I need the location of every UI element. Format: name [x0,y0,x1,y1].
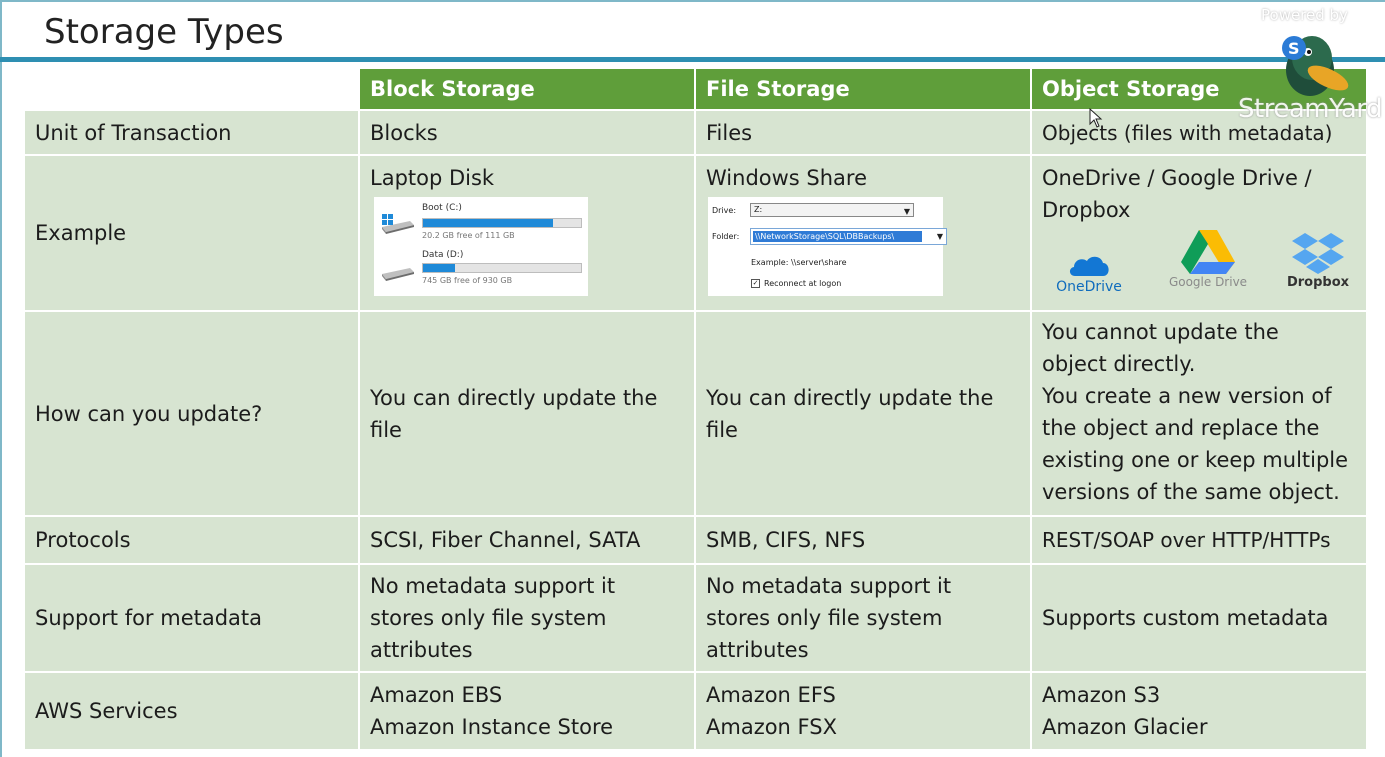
cell-protocols-object-text: REST/SOAP over HTTP/HTTPs [1042,528,1331,552]
drive-boot-name: Boot (C:) [422,203,462,213]
drive-select[interactable]: Z: ▼ [750,203,914,217]
cell-aws-block: Amazon EBS Amazon Instance Store [360,673,694,749]
row-label-aws-text: AWS Services [35,699,178,723]
streamyard-wordmark: StreamYard [1238,94,1383,124]
drive-data-usage-bar [422,263,582,273]
drive-data-free: 745 GB free of 930 GB [422,276,513,285]
onedrive-label: OneDrive [1056,279,1122,295]
cell-protocols-file: SMB, CIFS, NFS [696,517,1030,563]
cell-aws-file: Amazon EFS Amazon FSX [696,673,1030,749]
cell-protocols-block: SCSI, Fiber Channel, SATA [360,517,694,563]
dropbox-logo: Dropbox [1284,231,1352,291]
slide-frame-left [0,0,2,757]
cell-aws-object-line-2: Amazon Glacier [1042,715,1208,739]
folder-input[interactable]: \\NetworkStorage\SQL\DBBackups\ ▼ [750,228,947,245]
cell-protocols-block-text: SCSI, Fiber Channel, SATA [370,528,641,552]
drive-data: Data (D:) 745 GB free of 930 GB [374,248,588,293]
cell-example-object-text: OneDrive / Google Drive / Dropbox [1042,166,1312,222]
cell-update-file: You can directly update the file [696,312,1030,515]
row-label-example-text: Example [35,221,127,245]
cell-metadata-object-text: Supports custom metadata [1042,606,1329,630]
google-drive-logo: Google Drive [1166,228,1250,290]
cell-unit-block-text: Blocks [370,120,438,145]
row-label-update: How can you update? [25,312,358,515]
row-label-unit: Unit of Transaction [25,111,358,154]
dropbox-label: Dropbox [1286,275,1350,290]
dropbox-icon [1292,233,1344,274]
drive-boot-free: 20.2 GB free of 111 GB [422,231,515,240]
cell-aws-object: Amazon S3 Amazon Glacier [1032,673,1366,749]
folder-input-value: \\NetworkStorage\SQL\DBBackups\ [753,231,922,242]
row-label-protocols-text: Protocols [35,528,131,552]
dropdown-arrow-icon: ▼ [936,232,943,241]
slide-frame-top [0,0,1385,2]
onedrive-logo: OneDrive [1052,252,1126,296]
drive-data-usage-fill [423,264,455,272]
streamyard-duck-logo: S [1282,36,1349,96]
cell-update-object-line-2: You create a new version of the object a… [1042,384,1349,504]
cell-aws-file-line-2: Amazon FSX [706,715,837,739]
cell-aws-block-line-1: Amazon EBS [370,683,503,707]
cell-aws-block-line-2: Amazon Instance Store [370,715,614,739]
header-file-storage: File Storage [696,69,1030,109]
row-label-aws: AWS Services [25,673,358,749]
drive-select-value: Z: [754,205,763,214]
mouse-pointer-icon [1089,108,1103,128]
cell-metadata-file: No metadata support it stores only file … [696,565,1030,671]
slide-title: Storage Types [44,12,284,52]
row-label-unit-text: Unit of Transaction [35,120,232,145]
cell-unit-block: Blocks [360,111,694,154]
row-label-update-text: How can you update? [35,401,263,426]
example-hint: Example: \\server\share [751,258,847,267]
drive-boot: Boot (C:) 20.2 GB free of 111 GB [374,201,588,246]
drive-label: Drive: [712,206,737,215]
google-drive-icon [1181,230,1235,274]
reconnect-label: Reconnect at logon [764,279,842,288]
header-block-storage: Block Storage [360,69,694,109]
row-label-metadata: Support for metadata [25,565,358,671]
hard-drive-icon [382,214,414,234]
folder-label: Folder: [712,232,740,241]
cell-update-file-text: You can directly update the file [706,385,994,442]
cell-protocols-object: REST/SOAP over HTTP/HTTPs [1032,517,1366,563]
cell-update-object-line-1: You cannot update the object directly. [1042,320,1279,376]
cell-example-block-text: Laptop Disk [370,166,495,190]
cell-metadata-block-text: No metadata support it stores only file … [370,574,616,662]
cell-unit-file-text: Files [706,120,753,145]
onedrive-cloud-icon [1069,256,1109,276]
drive-boot-usage-bar [422,218,582,228]
cell-update-block: You can directly update the file [360,312,694,515]
row-label-metadata-text: Support for metadata [35,606,263,630]
cell-update-block-text: You can directly update the file [370,385,658,442]
laptop-disk-image: Boot (C:) 20.2 GB free of 111 GB Data (D… [374,197,588,296]
cell-protocols-file-text: SMB, CIFS, NFS [706,528,866,552]
powered-by-text: Powered by [1261,6,1348,24]
hard-drive-icon [382,268,414,281]
cell-metadata-file-text: No metadata support it stores only file … [706,574,952,662]
drive-boot-usage-fill [423,219,553,227]
cell-unit-file: Files [696,111,1030,154]
cell-metadata-block: No metadata support it stores only file … [360,565,694,671]
drive-data-name: Data (D:) [422,250,464,260]
cell-example-file-text: Windows Share [706,166,868,190]
svg-text:S: S [1288,39,1300,58]
title-divider [0,57,1385,62]
map-network-drive-dialog: Drive: Z: ▼ Folder: \\NetworkStorage\SQL… [708,197,947,296]
row-label-protocols: Protocols [25,517,358,563]
cell-update-object: You cannot update the object directly. Y… [1032,312,1366,515]
cell-aws-object-line-1: Amazon S3 [1042,683,1161,707]
dropdown-arrow-icon: ▼ [903,207,910,216]
row-label-example: Example [25,156,358,310]
google-drive-label: Google Drive [1168,275,1248,289]
reconnect-checkbox[interactable]: ✓ [751,279,760,288]
cell-aws-file-line-1: Amazon EFS [706,683,836,707]
cell-metadata-object: Supports custom metadata [1032,565,1366,671]
